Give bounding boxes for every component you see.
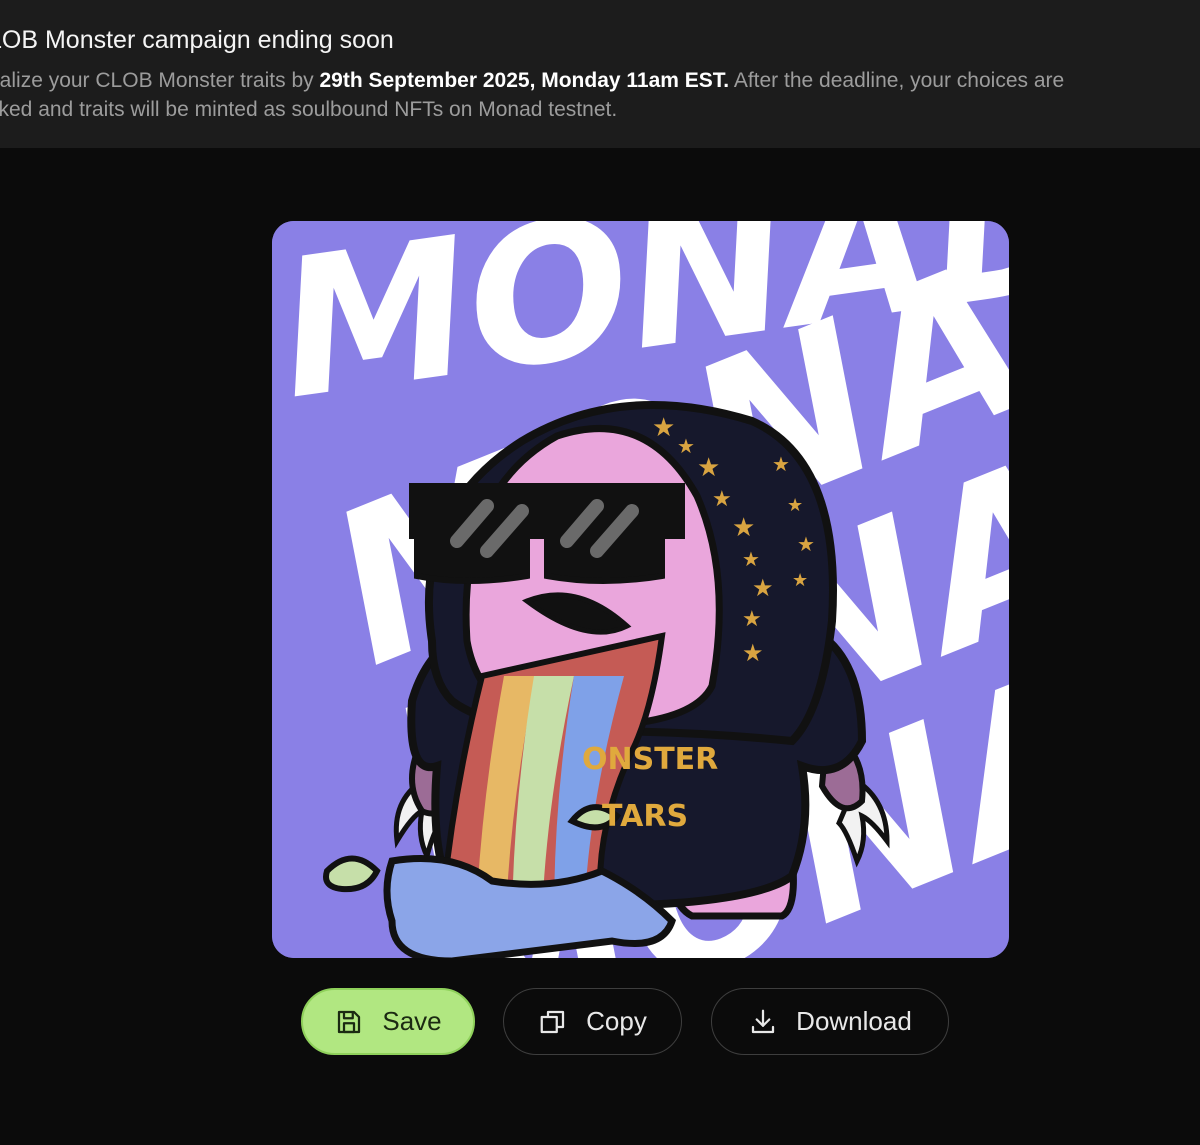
copy-label: Copy <box>586 1006 647 1036</box>
svg-text:★: ★ <box>677 436 695 458</box>
svg-text:★: ★ <box>797 534 815 556</box>
copy-icon <box>540 1010 565 1033</box>
banner-text-suffix: After the deadline, your choices are <box>729 69 1065 92</box>
svg-text:★: ★ <box>742 640 764 667</box>
banner-text-prefix: nalize your CLOB Monster traits by <box>0 69 320 92</box>
banner-title: LOB Monster campaign ending soon <box>0 26 394 54</box>
svg-text:TARS: TARS <box>602 799 688 834</box>
svg-text:★: ★ <box>732 512 755 542</box>
download-label: Download <box>796 1006 912 1036</box>
svg-text:★: ★ <box>652 412 675 442</box>
svg-text:★: ★ <box>742 549 760 571</box>
svg-text:ONSTER: ONSTER <box>582 742 718 777</box>
copy-button[interactable]: Copy <box>503 988 682 1055</box>
svg-text:★: ★ <box>742 606 762 631</box>
svg-text:★: ★ <box>787 495 803 515</box>
svg-text:★: ★ <box>772 454 790 476</box>
campaign-banner: LOB Monster campaign ending soon nalize … <box>0 0 1200 148</box>
svg-text:★: ★ <box>712 486 732 511</box>
banner-deadline: 29th September 2025, Monday 11am EST. <box>319 69 730 92</box>
banner-text-line2: cked and traits will be minted as soulbo… <box>0 98 618 121</box>
svg-text:★: ★ <box>697 452 720 482</box>
monster-nft-image: MONAD MONAD MONAD MONAD <box>272 221 1009 958</box>
save-button[interactable]: Save <box>301 988 475 1055</box>
nft-actions: Save Copy Download <box>0 988 1200 1056</box>
floppy-disk-icon <box>338 1010 361 1033</box>
download-button[interactable]: Download <box>711 988 949 1055</box>
save-label: Save <box>382 1006 442 1036</box>
svg-text:★: ★ <box>792 570 808 590</box>
download-icon <box>752 1009 775 1033</box>
svg-text:★: ★ <box>752 575 774 602</box>
banner-message: nalize your CLOB Monster traits by 29th … <box>0 66 1198 124</box>
